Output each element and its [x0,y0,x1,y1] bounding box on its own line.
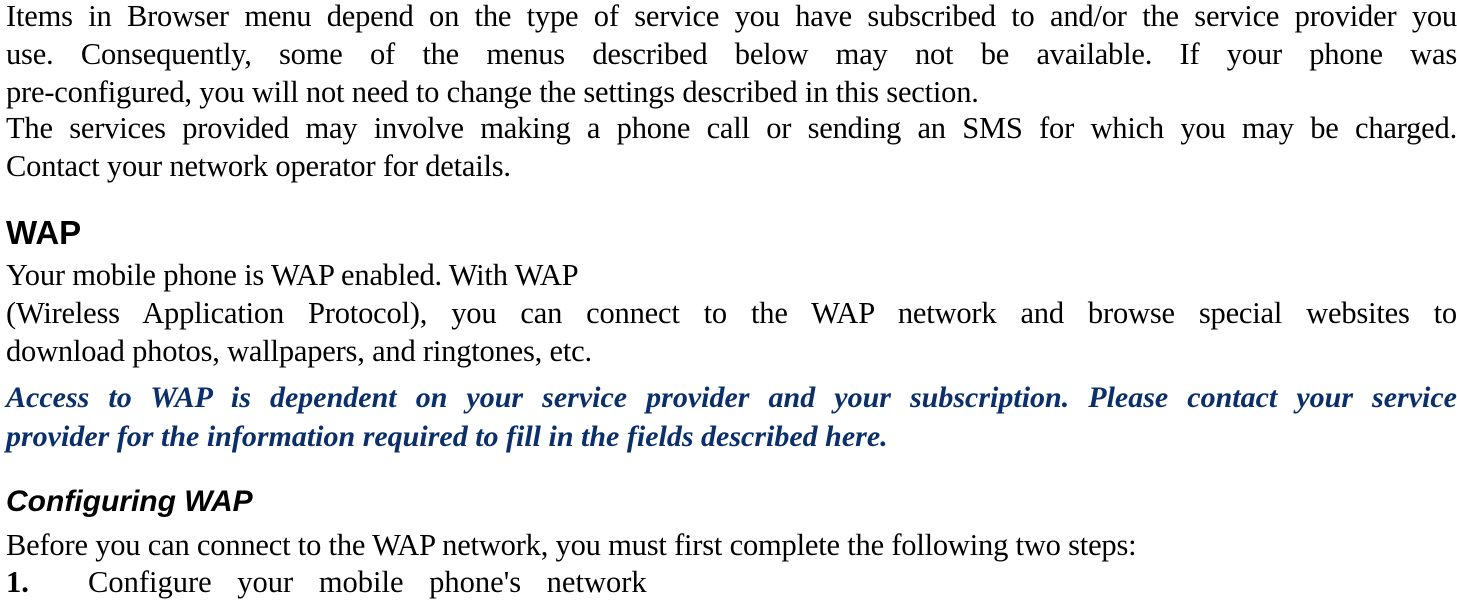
charges-paragraph: The services provided may involve making… [6,109,1457,185]
wap-description: Your mobile phone is WAP enabled. With W… [6,256,1457,370]
text-line: Your mobile phone is WAP enabled. With W… [6,258,579,292]
intro-paragraph: Items in Browser menu depend on the type… [6,0,1457,111]
wap-heading: WAP [6,214,82,251]
step-text: Configure your mobile phone's network [88,565,647,599]
note-line: Access to WAP is dependent on your servi… [6,381,1457,414]
step-item: 1. Configure your mobile phone's network [6,563,647,601]
wap-access-note: Access to WAP is dependent on your servi… [6,378,1457,456]
text-line: use. Consequently, some of the menus des… [6,37,1457,71]
text-line: pre-configured, you will not need to cha… [6,75,979,109]
text-line: Before you can connect to the WAP networ… [6,528,1137,562]
note-line: provider for the information required to… [6,420,888,453]
text-line: Items in Browser menu depend on the type… [6,0,1457,33]
configuring-wap-heading: Configuring WAP [6,485,253,518]
configuring-intro: Before you can connect to the WAP networ… [6,526,1457,564]
step-number: 1. [6,565,29,599]
text-line: Contact your network operator for detail… [6,149,511,183]
text-line: The services provided may involve making… [6,111,1457,145]
text-line: download photos, wallpapers, and rington… [6,334,592,368]
text-line: (Wireless Application Protocol), you can… [6,296,1457,330]
